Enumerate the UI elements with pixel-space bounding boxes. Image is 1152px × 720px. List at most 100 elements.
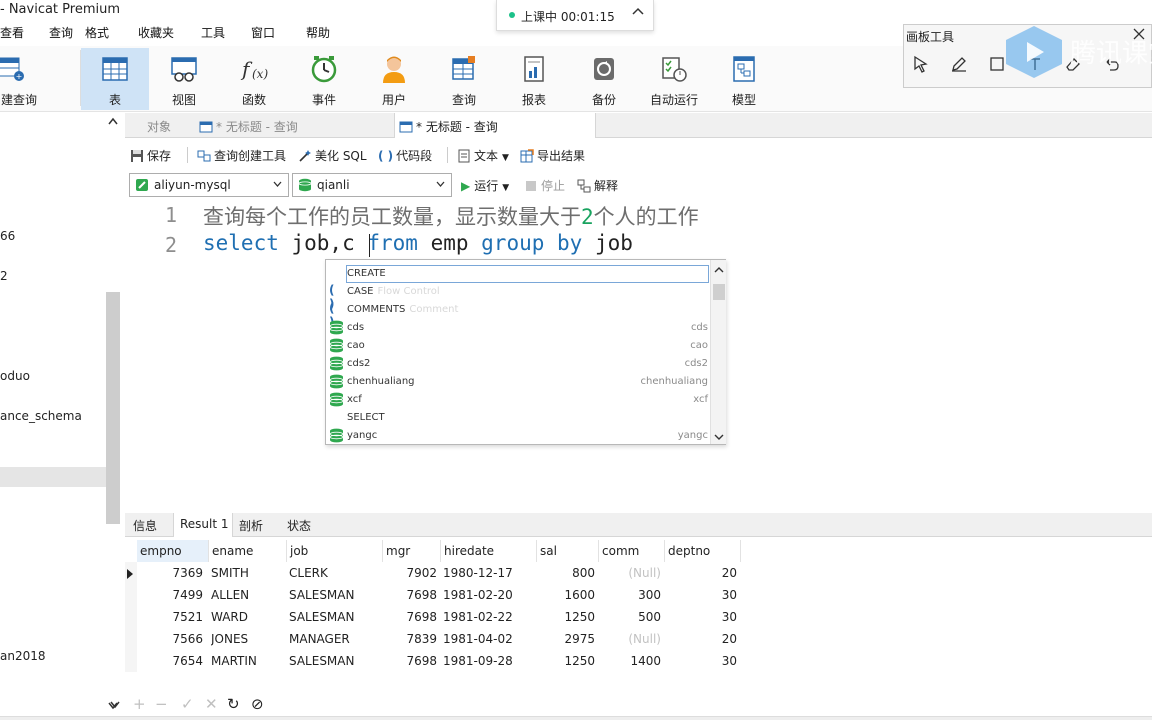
save-button[interactable]: 保存 [130, 147, 171, 164]
table-cell[interactable]: ALLEN [211, 584, 287, 606]
menu-help[interactable]: 帮助 [306, 24, 330, 41]
table-row[interactable]: 7369 SMITH CLERK 7902 1980-12-17 800 (Null) 20 [125, 562, 745, 584]
chevron-up-icon[interactable] [631, 5, 645, 19]
table-cell[interactable]: (Null) [599, 562, 661, 584]
column-header[interactable]: sal [537, 540, 599, 562]
table-cell[interactable]: SMITH [211, 562, 287, 584]
table-cell[interactable]: 800 [537, 562, 595, 584]
tree-item[interactable]: ance_schema [0, 409, 82, 423]
scroll-up-icon[interactable] [714, 266, 724, 274]
delete-record-button[interactable]: − [155, 695, 168, 713]
column-header[interactable]: hiredate [441, 540, 537, 562]
table-cell[interactable]: 2975 [537, 628, 595, 650]
tab-status[interactable]: 状态 [287, 513, 311, 537]
column-header[interactable]: comm [599, 540, 665, 562]
autocomplete-scrollbar[interactable] [710, 260, 726, 444]
table-cell[interactable]: 7566 [137, 628, 203, 650]
column-header[interactable]: ename [209, 540, 287, 562]
toolbar-function-button[interactable]: f (x) 函数 [220, 48, 288, 110]
table-cell[interactable]: 7521 [137, 606, 203, 628]
result-grid[interactable]: empno ename job mgr hiredate sal comm de… [125, 540, 1152, 680]
query-builder-button[interactable]: 查询创建工具 [197, 147, 286, 164]
menu-favorites[interactable]: 收藏夹 [138, 24, 174, 41]
tree-selected-row[interactable] [0, 467, 106, 487]
table-cell[interactable]: 1250 [537, 606, 595, 628]
table-cell[interactable]: 30 [665, 650, 737, 672]
menu-format[interactable]: 格式 [85, 24, 109, 41]
toolbar-autorun-button[interactable]: 自动运行 [640, 48, 708, 110]
connection-select[interactable]: aliyun-mysql [129, 173, 289, 197]
autocomplete-item-selected[interactable]: CREATE [346, 265, 709, 283]
table-cell[interactable]: 7654 [137, 650, 203, 672]
scroll-down-icon[interactable] [109, 699, 121, 709]
menu-window[interactable]: 窗口 [251, 24, 275, 41]
table-row[interactable]: 7521 WARD SALESMAN 7698 1981-02-22 1250 500 30 [125, 606, 745, 628]
table-cell[interactable]: 300 [599, 584, 661, 606]
column-header[interactable]: deptno [665, 540, 741, 562]
tree-scrollbar-thumb[interactable] [106, 292, 120, 524]
code-line-2[interactable]: select job,c from emp group by job [203, 231, 633, 255]
column-header[interactable]: job [287, 540, 383, 562]
autocomplete-popup[interactable]: CREATE ( ) CASEFlow Control ( ) COMMENTS… [325, 259, 726, 445]
table-cell[interactable]: 7902 [383, 562, 437, 584]
scroll-down-icon[interactable] [714, 433, 724, 441]
text-mode-button[interactable]: 文本 ▼ [457, 147, 509, 164]
table-cell[interactable]: 30 [665, 606, 737, 628]
table-cell[interactable]: 7369 [137, 562, 203, 584]
menu-view[interactable]: 查看 [0, 24, 24, 41]
menu-query[interactable]: 查询 [49, 24, 73, 41]
toolbar-report-button[interactable]: 报表 [500, 48, 568, 110]
table-cell[interactable]: 1981-02-20 [443, 584, 537, 606]
code-line-1[interactable]: 查询每个工作的员工数量，显示数量大于2个人的工作 [203, 201, 699, 231]
tab-profile[interactable]: 剖析 [239, 513, 263, 537]
table-cell[interactable]: 1981-09-28 [443, 650, 537, 672]
export-results-button[interactable]: 导出结果 [520, 147, 585, 164]
run-button[interactable]: ▶ 运行 ▼ [461, 177, 509, 194]
table-row[interactable]: 7566 JONES MANAGER 7839 1981-04-02 2975 (Null)… [125, 628, 745, 650]
table-cell[interactable]: JONES [211, 628, 287, 650]
beautify-sql-button[interactable]: 美化 SQL [298, 147, 367, 164]
explain-button[interactable]: 解释 [577, 177, 618, 194]
tab-info[interactable]: 信息 [133, 513, 157, 537]
apply-changes-button[interactable]: ✓ [181, 695, 194, 713]
pen-icon[interactable] [950, 55, 968, 73]
stop-query-button[interactable]: ⊘ [251, 695, 264, 713]
toolbar-view-button[interactable]: 视图 [150, 48, 218, 110]
table-cell[interactable]: MANAGER [289, 628, 383, 650]
table-cell[interactable]: MARTIN [211, 650, 287, 672]
toolbar-query-button[interactable]: 查询 [430, 48, 498, 110]
column-header[interactable]: empno [137, 540, 209, 562]
table-cell[interactable]: 7698 [383, 650, 437, 672]
table-cell[interactable]: CLERK [289, 562, 383, 584]
stop-button[interactable]: 停止 [526, 177, 565, 194]
database-select[interactable]: qianli [292, 173, 452, 197]
pointer-icon[interactable] [912, 55, 930, 73]
table-cell[interactable]: 7698 [383, 606, 437, 628]
tab-objects[interactable]: 对象 [147, 113, 171, 138]
autocomplete-item[interactable]: ( ) CASE Flow Control [326, 283, 710, 311]
tab-untitled-query-1[interactable]: * 无标题 - 查询 [199, 113, 298, 138]
tree-item[interactable]: an2018 [0, 649, 46, 663]
table-cell[interactable]: 7499 [137, 584, 203, 606]
table-cell[interactable]: 1981-02-22 [443, 606, 537, 628]
code-snippet-button[interactable]: ( ) 代码段 [378, 147, 432, 164]
table-cell[interactable]: 7698 [383, 584, 437, 606]
scrollbar-thumb[interactable] [713, 284, 725, 300]
menu-tools[interactable]: 工具 [201, 24, 225, 41]
column-header[interactable]: mgr [383, 540, 441, 562]
tab-result-1[interactable]: Result 1 [173, 513, 233, 537]
table-cell[interactable]: SALESMAN [289, 584, 383, 606]
autocomplete-item[interactable]: SELECT [326, 409, 710, 427]
autocomplete-item[interactable]: cds2 cds2 [326, 355, 710, 373]
table-cell[interactable]: 20 [665, 562, 737, 584]
add-record-button[interactable]: + [133, 695, 146, 713]
table-row[interactable]: 7499 ALLEN SALESMAN 7698 1981-02-20 1600 300 30 [125, 584, 745, 606]
tab-untitled-query-2[interactable]: * 无标题 - 查询 [394, 113, 596, 138]
toolbar-new-query-button[interactable]: + 建查询 [0, 48, 44, 110]
table-cell[interactable]: 1980-12-17 [443, 562, 537, 584]
table-cell[interactable]: WARD [211, 606, 287, 628]
table-cell[interactable]: SALESMAN [289, 650, 383, 672]
table-cell[interactable]: 1250 [537, 650, 595, 672]
toolbar-model-button[interactable]: 模型 [710, 48, 778, 110]
discard-changes-button[interactable]: ✕ [205, 695, 218, 713]
